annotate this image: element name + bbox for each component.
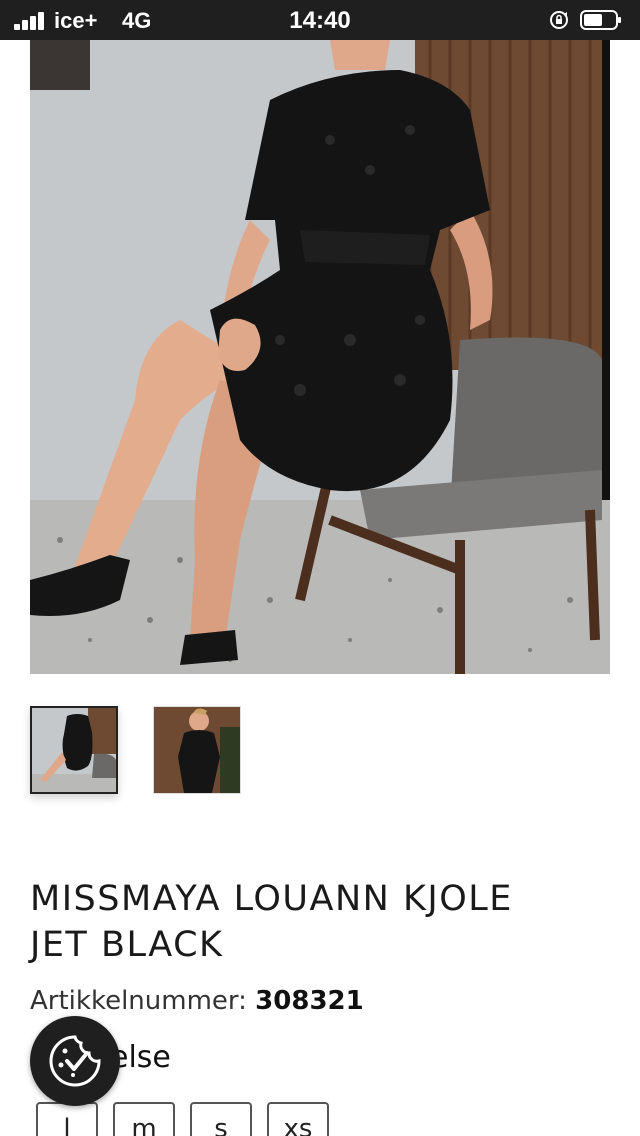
cookie-check-icon (49, 1035, 101, 1087)
thumbnail-image (32, 708, 116, 792)
product-title-line-1: MISSMAYA LOUANN KJOLE (30, 879, 513, 919)
status-bar: ice+ 4G 14:40 (0, 0, 640, 40)
product-page: ice+ 4G 14:40 MISSMAYA LOUANN KJOLE JET … (0, 0, 640, 1136)
gallery-thumbnail-1[interactable] (30, 706, 118, 794)
clock: 14:40 (289, 7, 351, 34)
rotation-lock-icon (550, 11, 568, 29)
battery-icon (580, 10, 621, 30)
size-option-m[interactable]: m (113, 1102, 175, 1136)
article-number-label: Artikkelnummer: (30, 986, 247, 1016)
size-option-l[interactable]: l (36, 1102, 98, 1136)
product-title-line-2: JET BLACK (30, 925, 224, 965)
dress-photo (30, 40, 610, 674)
size-option-s[interactable]: s (190, 1102, 252, 1136)
size-option-xs[interactable]: xs (267, 1102, 329, 1136)
thumbnail-image (154, 707, 240, 793)
product-main-image[interactable] (30, 40, 610, 674)
gallery-thumbnail-2[interactable] (153, 706, 241, 794)
article-number: Artikkelnummer: 308321 (30, 986, 364, 1016)
article-number-value: 308321 (255, 986, 364, 1016)
cookie-settings-button[interactable] (30, 1016, 120, 1106)
product-title: MISSMAYA LOUANN KJOLE JET BLACK (30, 876, 620, 968)
